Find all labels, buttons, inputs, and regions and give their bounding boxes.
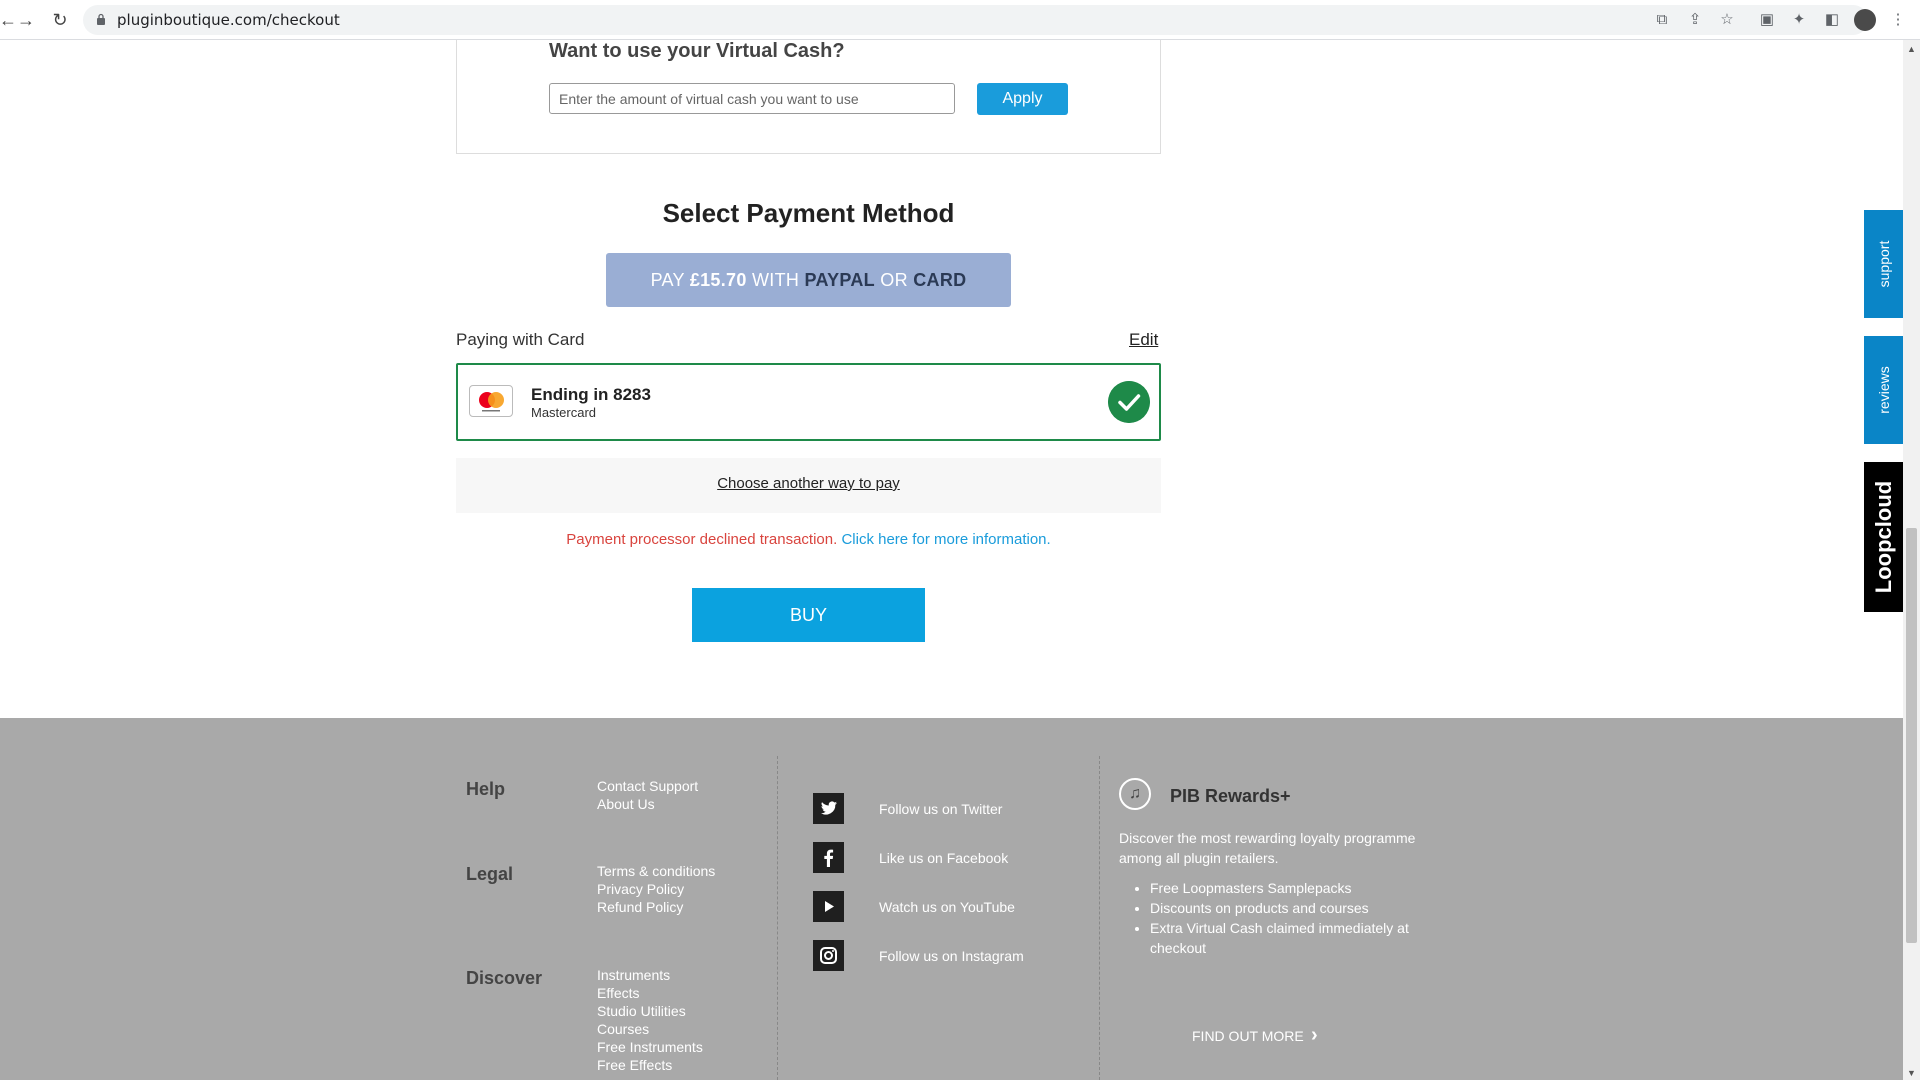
translate-icon[interactable]: ⧉ — [1652, 10, 1672, 30]
youtube-icon[interactable] — [813, 891, 844, 922]
reviews-tab[interactable]: reviews — [1864, 336, 1903, 444]
support-tab[interactable]: support — [1864, 210, 1903, 318]
bookmark-star-icon[interactable]: ☆ — [1717, 10, 1737, 30]
scroll-up-arrow-icon[interactable]: ▲ — [1906, 44, 1917, 54]
rewards-title: PIB Rewards+ — [1170, 786, 1291, 806]
facebook-link[interactable]: Like us on Facebook — [879, 850, 1008, 866]
choose-another-way-container: Choose another way to pay — [456, 475, 1161, 492]
chevron-right-icon[interactable]: › — [1311, 1024, 1318, 1047]
find-out-more-link[interactable]: FIND OUT MORE — [1192, 1028, 1304, 1044]
facebook-icon[interactable] — [813, 842, 844, 873]
youtube-link[interactable]: Watch us on YouTube — [879, 899, 1015, 915]
reviews-tab-label: reviews — [1875, 366, 1892, 414]
puzzle-icon[interactable]: ✦ — [1789, 10, 1809, 30]
scrollbar-thumb[interactable] — [1906, 528, 1917, 943]
choose-another-way-link[interactable]: Choose another way to pay — [717, 475, 900, 492]
footer-link-free-instruments[interactable]: Free Instruments — [597, 1039, 703, 1055]
rewards-benefit: Extra Virtual Cash claimed immediately a… — [1150, 918, 1430, 958]
lock-icon — [97, 13, 105, 25]
footer-legal-heading: Legal — [466, 864, 514, 884]
footer-link-free-effects[interactable]: Free Effects — [597, 1057, 672, 1073]
menu-kebab-icon[interactable]: ⋮ — [1888, 10, 1908, 30]
check-icon — [1108, 381, 1150, 423]
virtual-cash-input[interactable] — [549, 83, 955, 114]
browser-toolbar: ← → ↻ pluginboutique.com/checkout ⧉ ⇪ ☆ … — [0, 0, 1920, 40]
footer-link-refund[interactable]: Refund Policy — [597, 899, 683, 915]
error-text: Payment processor declined transaction. — [566, 531, 838, 548]
footer-link-studio-utilities[interactable]: Studio Utilities — [597, 1003, 686, 1019]
mastercard-icon — [469, 385, 513, 417]
error-info-link[interactable]: Click here for more information. — [841, 531, 1050, 548]
footer-link-courses[interactable]: Courses — [597, 1021, 649, 1037]
buy-button[interactable]: BUY — [692, 588, 925, 642]
footer-divider — [1099, 756, 1100, 1080]
support-tab-label: support — [1875, 240, 1892, 288]
pay-amount: £15.70 — [689, 270, 747, 290]
footer-discover-heading: Discover — [466, 968, 543, 988]
share-icon[interactable]: ⇪ — [1685, 10, 1705, 30]
instagram-link[interactable]: Follow us on Instagram — [879, 948, 1024, 964]
extension-icon[interactable]: ▣ — [1757, 10, 1777, 30]
pay-prefix: PAY — [650, 270, 685, 290]
edit-link[interactable]: Edit — [1129, 330, 1158, 350]
url-text[interactable]: pluginboutique.com/checkout — [117, 11, 340, 29]
music-note-icon: ♫ — [1119, 778, 1151, 810]
side-panel-icon[interactable]: ◧ — [1822, 10, 1842, 30]
footer-divider — [777, 756, 778, 1080]
loopcloud-tab[interactable]: Loopcloud — [1864, 462, 1903, 612]
footer-link-terms[interactable]: Terms & conditions — [597, 863, 715, 879]
footer-link-privacy[interactable]: Privacy Policy — [597, 881, 684, 897]
twitter-icon[interactable] — [813, 793, 844, 824]
pay-or: OR — [880, 270, 908, 290]
loopcloud-tab-label: Loopcloud — [1870, 480, 1896, 594]
pay-card: CARD — [913, 270, 967, 290]
twitter-link[interactable]: Follow us on Twitter — [879, 801, 1002, 817]
instagram-icon[interactable] — [813, 940, 844, 971]
footer-link-effects[interactable]: Effects — [597, 985, 640, 1001]
profile-avatar[interactable] — [1854, 9, 1876, 31]
apply-button[interactable]: Apply — [977, 83, 1068, 115]
reload-icon[interactable]: ↻ — [48, 8, 72, 32]
payment-method-title: Select Payment Method — [662, 198, 955, 228]
rewards-benefit: Free Loopmasters Samplepacks — [1150, 878, 1430, 898]
paypal-or-card-button[interactable]: PAY £15.70 WITH PAYPAL OR CARD — [606, 253, 1011, 307]
footer-link-contact-support[interactable]: Contact Support — [597, 778, 698, 794]
address-bar[interactable] — [83, 5, 1868, 35]
forward-arrow-icon[interactable]: → — [14, 8, 38, 32]
card-ending-text: Ending in 8283 — [531, 385, 651, 404]
rewards-benefit: Discounts on products and courses — [1150, 898, 1430, 918]
card-brand-text: Mastercard — [531, 405, 597, 420]
pay-with: WITH — [751, 270, 800, 290]
scroll-down-arrow-icon[interactable]: ▼ — [1906, 1068, 1917, 1078]
pay-paypal: PAYPAL — [804, 270, 875, 290]
paying-with-label: Paying with Card — [456, 330, 585, 349]
footer-help-heading: Help — [466, 779, 506, 799]
footer-link-instruments[interactable]: Instruments — [597, 967, 670, 983]
payment-error-message: Payment processor declined transaction. … — [456, 531, 1161, 548]
rewards-description: Discover the most rewarding loyalty prog… — [1119, 830, 1416, 866]
footer-link-about-us[interactable]: About Us — [597, 796, 655, 812]
rewards-benefits-list: Free Loopmasters Samplepacks Discounts o… — [1133, 878, 1430, 958]
virtual-cash-title: Want to use your Virtual Cash? — [549, 40, 845, 62]
